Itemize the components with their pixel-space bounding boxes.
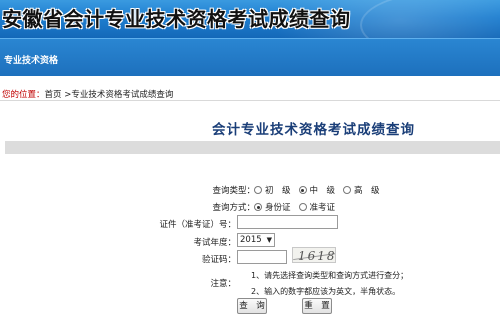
captcha-text: 1618: [298, 249, 336, 263]
query-type-senior[interactable]: 高 级: [343, 184, 380, 196]
captcha-label: 验证码：: [201, 255, 236, 265]
note-item: 1、请先选择查询类型和查询方式进行查分；: [251, 271, 409, 280]
query-method-label: 查询方式：: [212, 203, 255, 213]
chevron-down-icon: ▼: [266, 236, 272, 244]
breadcrumb-home-link[interactable]: 首页: [45, 90, 62, 100]
site-title: 安徽省会计专业技术资格考试成绩查询: [2, 7, 351, 31]
notes-list: 1、请先选择查询类型和查询方式进行查分； 2、输入的数字都应该为英文，半角状态。: [251, 268, 408, 300]
captcha-input[interactable]: [237, 250, 287, 264]
note-label: 注意：: [210, 279, 236, 289]
exam-year-select[interactable]: 2015 ▼: [237, 233, 275, 247]
divider: [0, 100, 500, 101]
title-band: [5, 141, 500, 154]
breadcrumb-label: 您的位置：: [2, 90, 45, 100]
radio-selected-icon[interactable]: [254, 203, 262, 211]
radio-icon[interactable]: [254, 186, 262, 194]
query-type-intermediate-label: 中 级: [309, 186, 336, 196]
exam-year-label: 考试年度：: [193, 238, 236, 248]
query-type-intermediate[interactable]: 中 级: [298, 184, 336, 196]
query-type-junior-label: 初 级: [265, 186, 291, 196]
id-number-input[interactable]: [237, 215, 338, 229]
radio-icon[interactable]: [343, 186, 352, 194]
radio-selected-icon[interactable]: [298, 186, 307, 194]
method-admission-ticket[interactable]: 准考证: [298, 201, 336, 213]
breadcrumb-separator: >: [61, 90, 72, 100]
exam-year-value: 2015: [240, 235, 262, 245]
reset-button[interactable]: 重 置: [302, 298, 332, 314]
header-banner: 安徽省会计专业技术资格考试成绩查询: [0, 0, 500, 38]
radio-icon[interactable]: [298, 203, 307, 211]
page-title: 会计专业技术资格考试成绩查询: [212, 122, 415, 138]
query-method-options: 身份证 准考证: [254, 201, 343, 213]
banner-decoration-ring: [360, 0, 500, 38]
query-type-label: 查询类型：: [212, 186, 255, 196]
section-bar: 专业技术资格: [0, 38, 500, 76]
method-admission-ticket-label: 准考证: [309, 203, 336, 213]
method-id-card[interactable]: 身份证: [254, 201, 291, 213]
method-id-card-label: 身份证: [265, 203, 291, 213]
query-type-junior[interactable]: 初 级: [254, 184, 291, 196]
id-number-label: 证件（准考证）号：: [159, 220, 236, 230]
breadcrumb: 您的位置：首页 >专业技术资格考试成绩查询: [2, 88, 173, 100]
captcha-image[interactable]: 1618: [292, 247, 336, 263]
query-button[interactable]: 查 询: [237, 298, 267, 314]
query-type-options: 初 级中 级高 级: [254, 184, 388, 196]
query-type-senior-label: 高 级: [354, 186, 380, 196]
breadcrumb-current: 专业技术资格考试成绩查询: [71, 90, 174, 100]
section-title: 专业技术资格: [4, 56, 59, 66]
